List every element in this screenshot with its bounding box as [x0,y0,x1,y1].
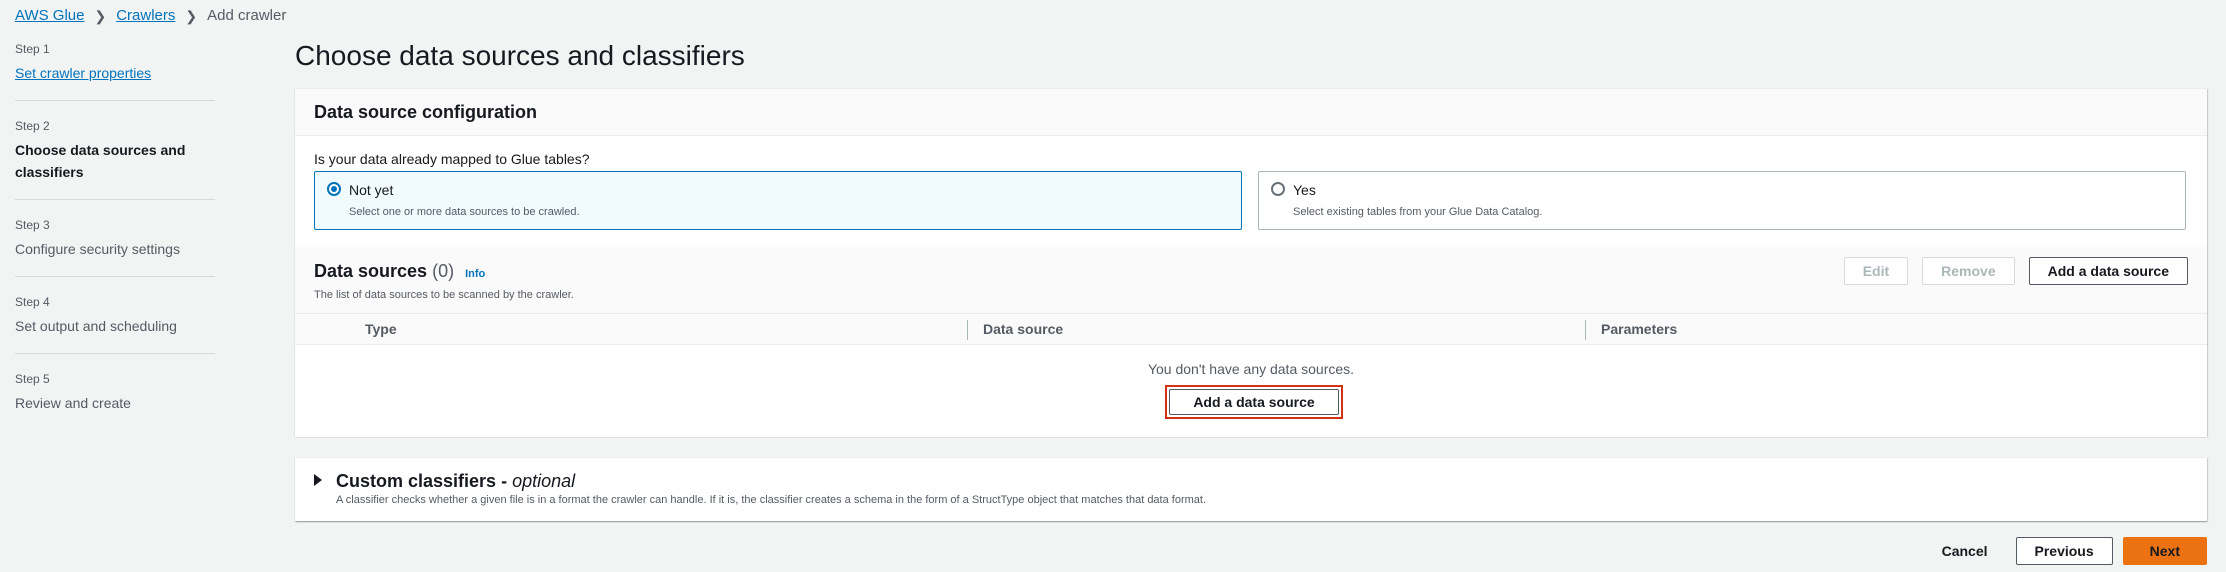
next-button[interactable]: Next [2122,537,2207,565]
mapping-radio-group: Not yet Select one or more data sources … [314,171,2186,230]
wizard-footer-actions: Cancel Previous Next [1924,537,2207,565]
chevron-right-icon: ❯ [94,8,107,24]
step-number: Step 1 [15,42,50,56]
custom-classifiers-heading: Custom classifiers - [336,471,513,491]
panel-header: Data source configuration [295,89,2207,136]
optional-label: optional [512,471,576,491]
data-sources-count: (0) [432,261,455,281]
chevron-right-icon: ❯ [185,8,198,24]
step-1: Step 1 Set crawler properties [15,40,215,101]
breadcrumb: AWS Glue ❯ Crawlers ❯ Add crawler [15,6,286,26]
data-sources-header: Data sources (0) Info The list of data s… [295,247,2207,313]
edit-button[interactable]: Edit [1843,257,1909,285]
radio-checked-icon[interactable] [327,182,341,196]
step-1-link[interactable]: Set crawler properties [15,62,215,84]
data-sources-heading: Data sources [314,261,428,281]
previous-button[interactable]: Previous [2015,537,2113,565]
step-4: Step 4 Set output and scheduling [15,293,215,354]
custom-classifiers-title[interactable]: Custom classifiers - optional [336,469,575,493]
step-3-title: Configure security settings [15,241,180,257]
step-number: Step 4 [15,295,50,309]
step-2: Step 2 Choose data sources and classifie… [15,117,215,200]
radio-unchecked-icon[interactable] [1271,182,1285,196]
breadcrumb-current: Add crawler [207,7,287,24]
custom-classifiers-description: A classifier checks whether a given file… [336,494,1207,506]
panel-title: Data source configuration [314,102,538,122]
column-divider[interactable] [1585,320,1586,340]
option-label: Not yet [349,182,394,198]
step-2-title: Choose data sources and classifiers [15,142,186,180]
highlight-box: Add a data source [1165,385,1343,419]
option-description: Select one or more data sources to be cr… [349,206,580,218]
add-data-source-button[interactable]: Add a data source [2028,257,2188,285]
option-yes[interactable]: Yes Select existing tables from your Glu… [1258,171,2186,230]
remove-button[interactable]: Remove [1922,257,2015,285]
step-number: Step 5 [15,372,50,386]
data-sources-actions: Edit Remove Add a data source [1843,257,2188,285]
column-header-parameters[interactable]: Parameters [1601,314,1677,344]
option-label: Yes [1293,182,1316,198]
step-5-title: Review and create [15,395,131,411]
step-number: Step 3 [15,218,50,232]
table-header: Type Data source Parameters [295,313,2207,345]
empty-add-data-source-button[interactable]: Add a data source [1169,389,1339,415]
data-source-configuration-panel: Data source configuration Is your data a… [295,88,2207,437]
custom-classifiers-panel[interactable]: Custom classifiers - optional A classifi… [295,457,2207,521]
step-number: Step 2 [15,119,50,133]
option-description: Select existing tables from your Glue Da… [1293,206,1543,218]
data-sources-section: Data sources (0) Info The list of data s… [295,247,2207,437]
option-not-yet[interactable]: Not yet Select one or more data sources … [314,171,1242,230]
data-sources-description: The list of data sources to be scanned b… [314,289,574,301]
step-3: Step 3 Configure security settings [15,216,215,277]
column-divider[interactable] [967,320,968,340]
empty-state-text: You don't have any data sources. [1147,361,1355,377]
data-sources-title: Data sources (0) Info [314,259,485,286]
breadcrumb-crawlers[interactable]: Crawlers [116,6,175,26]
step-5: Step 5 Review and create [15,370,215,430]
cancel-button[interactable]: Cancel [1924,537,2006,565]
column-header-data-source[interactable]: Data source [983,314,1063,344]
breadcrumb-aws-glue[interactable]: AWS Glue [15,6,84,26]
column-header-type[interactable]: Type [365,314,397,344]
step-4-title: Set output and scheduling [15,318,177,334]
mapping-question: Is your data already mapped to Glue tabl… [314,151,590,167]
info-link[interactable]: Info [465,268,485,280]
caret-right-icon[interactable] [314,474,322,486]
wizard-steps: Step 1 Set crawler properties Step 2 Cho… [15,40,215,446]
page-title: Choose data sources and classifiers [295,40,745,71]
